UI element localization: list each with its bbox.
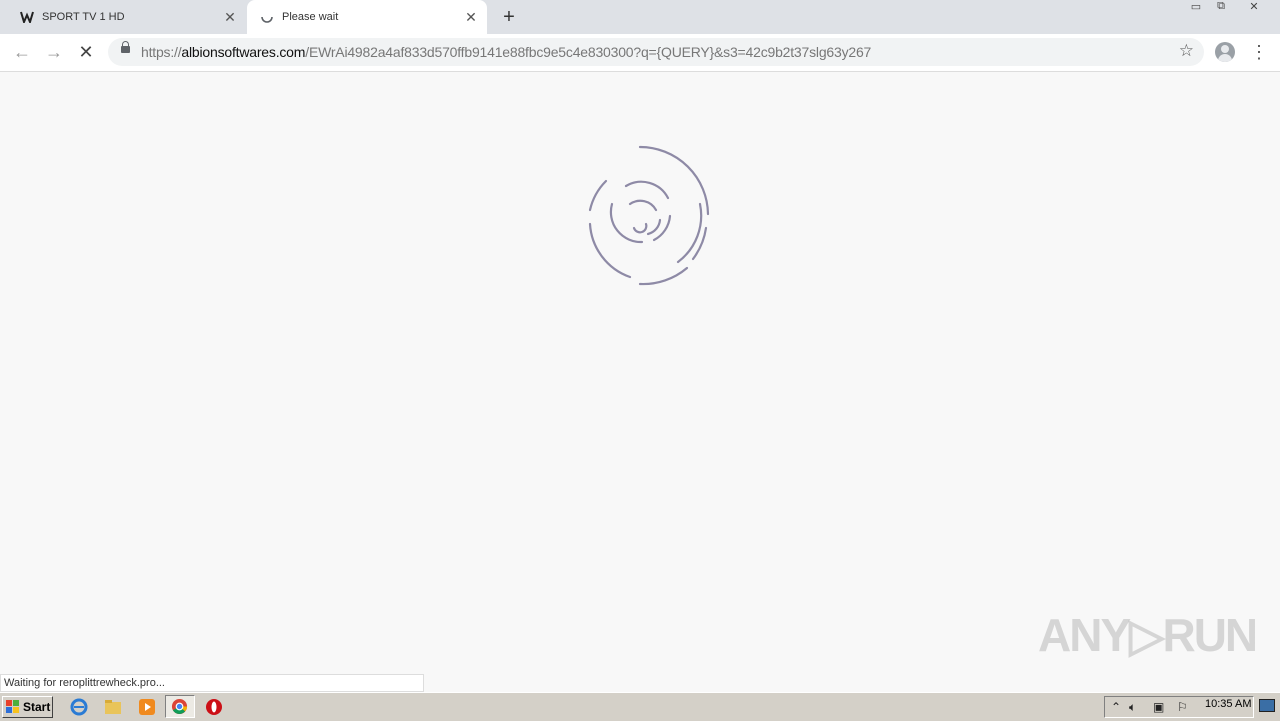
- window-close-button[interactable]: ✕: [1234, 0, 1274, 18]
- restore-button[interactable]: ⧉: [1208, 0, 1234, 18]
- show-hidden-icons-icon[interactable]: ⌃: [1111, 700, 1121, 714]
- url-scheme: https://: [141, 44, 182, 60]
- tab-title: SPORT TV 1 HD: [42, 11, 125, 23]
- forward-button[interactable]: →: [42, 40, 66, 64]
- volume-icon[interactable]: 🔈︎: [1129, 700, 1136, 715]
- site-favicon-icon: [20, 11, 34, 23]
- loading-throbber-icon: [261, 16, 273, 23]
- tab-close-icon[interactable]: ✕: [220, 9, 240, 26]
- tab-strip: SPORT TV 1 HD ✕ Please wait ✕ + ▭ ⧉ ✕: [0, 0, 1280, 34]
- file-explorer-icon[interactable]: [104, 698, 122, 716]
- loading-spinner-icon: [588, 145, 710, 286]
- network-icon[interactable]: ▣: [1153, 700, 1164, 714]
- tab-please-wait[interactable]: Please wait ✕: [247, 0, 487, 34]
- start-button[interactable]: Start: [2, 696, 53, 718]
- page-content: [0, 72, 1280, 692]
- chrome-icon: [171, 698, 188, 715]
- browser-toolbar: ← → ✕ https://albionsoftwares.com/EWrAi4…: [0, 34, 1280, 72]
- opera-icon[interactable]: [205, 698, 223, 716]
- start-label: Start: [23, 700, 51, 714]
- windows-taskbar: Start ⌃ 🔈︎ ▣ ⚐ 10:35 AM: [0, 692, 1280, 721]
- stop-loading-button[interactable]: ✕: [74, 40, 98, 64]
- browser-menu-icon[interactable]: ⋮: [1250, 40, 1268, 64]
- status-bubble: Waiting for reroplittrewheck.pro...: [0, 674, 424, 692]
- lock-icon[interactable]: [121, 41, 130, 53]
- url-path: /EWrAi4982a4af833d570ffb9141e88fbc9e5c4e…: [305, 44, 872, 60]
- chrome-taskbar-button[interactable]: [165, 695, 195, 718]
- anyrun-watermark: ANY▷RUN: [1038, 609, 1258, 661]
- tab-sport-tv[interactable]: SPORT TV 1 HD ✕: [8, 0, 246, 34]
- url-text[interactable]: https://albionsoftwares.com/EWrAi4982a4a…: [141, 44, 871, 60]
- address-bar[interactable]: https://albionsoftwares.com/EWrAi4982a4a…: [108, 38, 1204, 66]
- windows-flag-icon: [6, 700, 19, 713]
- back-button[interactable]: ←: [10, 40, 34, 64]
- url-host: albionsoftwares.com: [181, 44, 306, 60]
- new-tab-button[interactable]: +: [498, 6, 520, 28]
- tab-close-icon[interactable]: ✕: [461, 9, 481, 26]
- minimize-button[interactable]: ▭: [1183, 0, 1209, 18]
- show-desktop-icon[interactable]: [1259, 699, 1275, 712]
- action-center-flag-icon[interactable]: ⚐: [1177, 700, 1188, 714]
- media-player-icon[interactable]: [138, 698, 156, 716]
- internet-explorer-icon[interactable]: [70, 698, 88, 716]
- tab-title: Please wait: [282, 11, 339, 23]
- bookmark-star-icon[interactable]: ☆: [1179, 41, 1194, 61]
- profile-avatar[interactable]: [1215, 42, 1235, 62]
- taskbar-clock[interactable]: 10:35 AM: [1205, 698, 1251, 710]
